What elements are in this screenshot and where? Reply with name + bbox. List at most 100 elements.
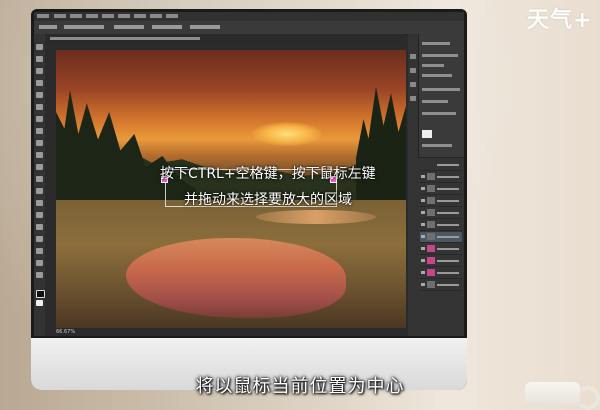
text-tool-icon[interactable]: [36, 224, 43, 230]
gradient-tool-icon[interactable]: [36, 176, 43, 182]
eye-icon[interactable]: [421, 223, 425, 226]
layer-name: [437, 272, 459, 274]
options-bar[interactable]: [34, 21, 464, 35]
layer-name: [437, 224, 459, 226]
layer-row[interactable]: [420, 244, 462, 255]
eye-icon[interactable]: [421, 235, 425, 238]
menu-item[interactable]: [166, 14, 178, 18]
menu-item[interactable]: [86, 14, 98, 18]
eraser-tool-icon[interactable]: [36, 164, 43, 170]
panel-row: [422, 88, 460, 91]
healing-tool-icon[interactable]: [36, 116, 43, 122]
option-button[interactable]: [190, 25, 220, 29]
history-panel-icon[interactable]: [410, 54, 416, 59]
document-tab[interactable]: [46, 34, 406, 44]
blur-tool-icon[interactable]: [36, 188, 43, 194]
stream-reflection: [256, 210, 376, 224]
layer-row[interactable]: [420, 172, 462, 183]
eye-icon[interactable]: [421, 271, 425, 274]
swatches-panel-icon[interactable]: [410, 96, 416, 101]
menu-item[interactable]: [118, 14, 130, 18]
layer-thumbnail: [427, 185, 435, 192]
instruction-line-2: 并拖动来选择要放大的区域: [184, 192, 352, 208]
eye-icon[interactable]: [421, 247, 425, 250]
layer-thumbnail: [427, 173, 435, 180]
lasso-tool-icon[interactable]: [36, 68, 43, 74]
layers-panel-header[interactable]: [420, 160, 462, 171]
panel-row: [422, 144, 452, 147]
properties-panel-icon[interactable]: [410, 68, 416, 73]
eyedropper-tool-icon[interactable]: [36, 104, 43, 110]
dodge-tool-icon[interactable]: [36, 200, 43, 206]
crop-tool-icon[interactable]: [36, 92, 43, 98]
panel-row: [422, 112, 456, 115]
quick-select-tool-icon[interactable]: [36, 80, 43, 86]
tool-preset-picker[interactable]: [39, 25, 57, 29]
stamp-tool-icon[interactable]: [36, 140, 43, 146]
eye-icon[interactable]: [421, 187, 425, 190]
right-forest: [356, 86, 406, 210]
layer-thumbnail: [427, 269, 435, 276]
zoom-level[interactable]: 66.67%: [56, 328, 75, 336]
panel-row: [422, 100, 448, 103]
layer-row[interactable]: [420, 220, 462, 231]
layer-thumbnail: [427, 233, 435, 240]
panel-row: [422, 54, 458, 57]
layer-name: [437, 176, 459, 178]
option-checkbox[interactable]: [64, 25, 104, 29]
marquee-tool-icon[interactable]: [36, 56, 43, 62]
layer-thumbnail: [427, 245, 435, 252]
eye-icon[interactable]: [421, 259, 425, 262]
menu-item[interactable]: [54, 14, 66, 18]
layer-name: [437, 200, 459, 202]
menu-item[interactable]: [134, 14, 146, 18]
document-tab-title: [50, 37, 200, 40]
layer-thumbnail: [427, 197, 435, 204]
pen-tool-icon[interactable]: [36, 212, 43, 218]
layer-row[interactable]: [420, 196, 462, 207]
layer-name: [437, 248, 459, 250]
brush-tool-icon[interactable]: [36, 128, 43, 134]
app-logo-icon[interactable]: [37, 14, 49, 18]
layer-row[interactable]: [420, 268, 462, 279]
panel-row: [422, 64, 444, 67]
layer-row[interactable]: [420, 280, 462, 291]
path-select-tool-icon[interactable]: [36, 236, 43, 242]
menu-item[interactable]: [70, 14, 82, 18]
tools-panel: [34, 34, 45, 336]
menu-bar[interactable]: [34, 12, 464, 21]
eye-icon[interactable]: [421, 211, 425, 214]
panel-tab[interactable]: [422, 42, 450, 45]
layer-name: [437, 188, 459, 190]
eye-icon[interactable]: [421, 283, 425, 286]
zoom-tool-icon[interactable]: [36, 272, 43, 278]
layer-thumbnail: [427, 209, 435, 216]
move-tool-icon[interactable]: [36, 44, 43, 50]
menu-item[interactable]: [102, 14, 114, 18]
shape-tool-icon[interactable]: [36, 248, 43, 254]
layer-name: [437, 284, 459, 286]
video-subtitle: 将以鼠标当前位置为中心: [195, 376, 405, 397]
layer-name: [437, 212, 459, 214]
layer-row-selected[interactable]: [420, 232, 462, 243]
eye-icon[interactable]: [421, 199, 425, 202]
option-button[interactable]: [152, 25, 182, 29]
layer-thumbnail: [427, 281, 435, 288]
instruction-line-1: 按下CTRL+空格键，按下鼠标左键: [160, 166, 376, 182]
sunset-glow: [252, 122, 322, 146]
foreground-color-swatch[interactable]: [36, 290, 45, 298]
layer-row[interactable]: [420, 256, 462, 267]
menu-item[interactable]: [150, 14, 162, 18]
layer-name: [437, 236, 459, 238]
background-color-swatch[interactable]: [36, 300, 43, 306]
panel-row: [422, 74, 452, 77]
eye-icon[interactable]: [421, 175, 425, 178]
hand-tool-icon[interactable]: [36, 260, 43, 266]
layer-row[interactable]: [420, 184, 462, 195]
color-swatch[interactable]: [422, 130, 432, 138]
option-button[interactable]: [114, 25, 144, 29]
watermark-logo: 天气+: [527, 8, 593, 33]
adjustments-panel-icon[interactable]: [410, 82, 416, 87]
layer-row[interactable]: [420, 208, 462, 219]
history-brush-tool-icon[interactable]: [36, 152, 43, 158]
